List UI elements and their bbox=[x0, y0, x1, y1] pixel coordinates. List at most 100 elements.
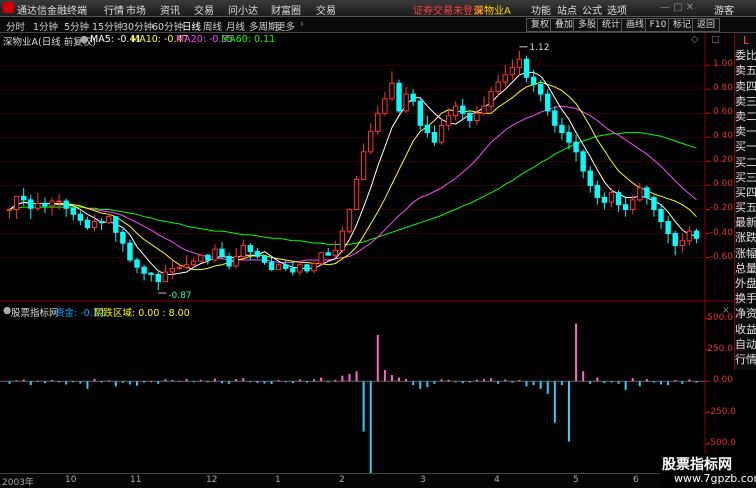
sidebar-item-ask2[interactable]: 卖二 bbox=[735, 109, 756, 124]
candle-body bbox=[693, 230, 700, 239]
candle-body bbox=[169, 267, 176, 273]
sidebar-item-bid1[interactable]: 买一 bbox=[735, 139, 756, 154]
indicator-tick-label: 250.0 bbox=[707, 343, 733, 354]
kline-chart[interactable]: 1.12 -0.87 bbox=[0, 0, 756, 487]
indicator-bar bbox=[511, 381, 514, 383]
sidebar-item-eps[interactable]: 收益 bbox=[735, 322, 756, 337]
candle-body bbox=[573, 141, 579, 153]
sidebar-item-ask4[interactable]: 卖四 bbox=[735, 79, 756, 94]
ma60-line bbox=[9, 132, 697, 245]
indicator-bar bbox=[546, 381, 549, 394]
candle-body bbox=[679, 240, 685, 247]
date-label: 4 bbox=[494, 475, 500, 485]
candle-body bbox=[396, 82, 402, 112]
sidebar-item-pct[interactable]: 涨幅 bbox=[735, 246, 756, 261]
sidebar-item-ask1[interactable]: 卖一 bbox=[735, 124, 756, 139]
indicator-bar bbox=[136, 381, 139, 386]
candle-body bbox=[403, 93, 409, 112]
candle-body bbox=[559, 124, 565, 134]
candle-body bbox=[622, 204, 629, 210]
indicator-tick-label: 0.00 bbox=[712, 375, 733, 386]
date-axis: 2003年 10 11 12 1 2 3 4 5 6 bbox=[0, 473, 680, 488]
indicator-bar bbox=[320, 377, 323, 382]
indicator-bar bbox=[660, 381, 663, 385]
candle-body bbox=[98, 221, 105, 224]
date-label: 10 bbox=[65, 475, 77, 485]
low-label: -0.87 bbox=[168, 291, 191, 301]
indicator-bar bbox=[454, 381, 457, 383]
indicator-bar bbox=[58, 381, 61, 383]
sidebar-item-auto[interactable]: 自动 bbox=[735, 337, 756, 352]
candle-body bbox=[530, 76, 537, 85]
indicator-bar bbox=[213, 378, 216, 382]
high-label: 1.12 bbox=[529, 43, 549, 53]
indicator-bar bbox=[263, 381, 266, 384]
indicator-bar bbox=[36, 380, 39, 382]
sidebar-item-outer[interactable]: 外盘 bbox=[735, 276, 756, 291]
indicator-tick-label: -500.0 bbox=[707, 438, 737, 449]
indicator-bar bbox=[128, 381, 131, 385]
candle-body bbox=[290, 267, 296, 273]
indicator-bar bbox=[65, 381, 68, 385]
indicator-bar bbox=[468, 381, 471, 383]
sidebar-item-bid5[interactable]: 买五 bbox=[735, 200, 756, 215]
indicator-bar bbox=[199, 379, 202, 382]
sidebar-item-quote[interactable]: 行情 bbox=[735, 352, 756, 367]
indicator-bar bbox=[525, 381, 528, 387]
candle-body bbox=[268, 261, 275, 271]
candle-body bbox=[141, 266, 147, 274]
sidebar-item-l[interactable]: L bbox=[735, 33, 756, 48]
candle-body bbox=[42, 202, 48, 207]
sidebar-item-bid2[interactable]: 买二 bbox=[735, 155, 756, 170]
candle-body bbox=[438, 124, 445, 143]
watermark-url: www.7gpzb.com bbox=[674, 472, 756, 485]
indicator-tick-label: 500.0 bbox=[707, 312, 733, 323]
sidebar-item-change[interactable]: 涨跌 bbox=[735, 230, 756, 245]
sidebar-item-volume[interactable]: 总量 bbox=[735, 261, 756, 276]
indicator-bar bbox=[539, 381, 542, 389]
indicator-bar bbox=[171, 380, 174, 382]
sidebar-item-bid3[interactable]: 买三 bbox=[735, 170, 756, 185]
indicator-bar bbox=[631, 378, 634, 382]
ma-lines bbox=[9, 71, 697, 275]
indicator-bar bbox=[518, 380, 521, 382]
sidebar-item-weibi[interactable]: 委比 bbox=[735, 48, 756, 63]
candle-body bbox=[63, 200, 69, 209]
indicator-bar bbox=[362, 381, 365, 432]
sidebar-item-ask5[interactable]: 卖五 bbox=[735, 63, 756, 78]
date-label: 2003年 bbox=[2, 478, 34, 488]
indicator-bar bbox=[405, 378, 408, 382]
candle-body bbox=[212, 248, 218, 261]
sidebar-item-netasset[interactable]: 净资 bbox=[735, 306, 756, 321]
sidebar-item-bid4[interactable]: 买四 bbox=[735, 185, 756, 200]
candle-body bbox=[105, 216, 112, 224]
indicator-bar bbox=[355, 371, 358, 382]
candle-body bbox=[240, 245, 246, 257]
candle-body bbox=[474, 112, 480, 122]
indicator-bar bbox=[100, 381, 103, 383]
candle-body bbox=[594, 184, 601, 198]
indicator-bars bbox=[0, 318, 710, 473]
indicator-bar bbox=[433, 381, 436, 384]
indicator-bar bbox=[72, 381, 75, 383]
candle-body bbox=[665, 221, 671, 235]
candle-body bbox=[21, 195, 27, 201]
sidebar-item-last[interactable]: 最新 bbox=[735, 215, 756, 230]
candle-body bbox=[13, 195, 20, 210]
date-label: 3 bbox=[420, 475, 426, 485]
sidebar-item-ask3[interactable]: 卖三 bbox=[735, 94, 756, 109]
candle-body bbox=[382, 98, 388, 114]
indicator-bar bbox=[681, 381, 684, 384]
candle-body bbox=[417, 100, 423, 126]
sidebar-item-turnover[interactable]: 换手 bbox=[735, 291, 756, 306]
indicator-bar bbox=[603, 381, 606, 384]
price-tick-label: -0.40 bbox=[709, 227, 733, 238]
candle-body bbox=[445, 115, 452, 126]
indicator-bar bbox=[624, 381, 627, 391]
indicator-bar bbox=[270, 381, 273, 385]
indicator-bar bbox=[688, 379, 691, 382]
indicator-bar bbox=[121, 381, 124, 383]
date-label: 11 bbox=[130, 475, 142, 485]
candle-body bbox=[353, 178, 360, 210]
ma20-line bbox=[9, 105, 697, 263]
